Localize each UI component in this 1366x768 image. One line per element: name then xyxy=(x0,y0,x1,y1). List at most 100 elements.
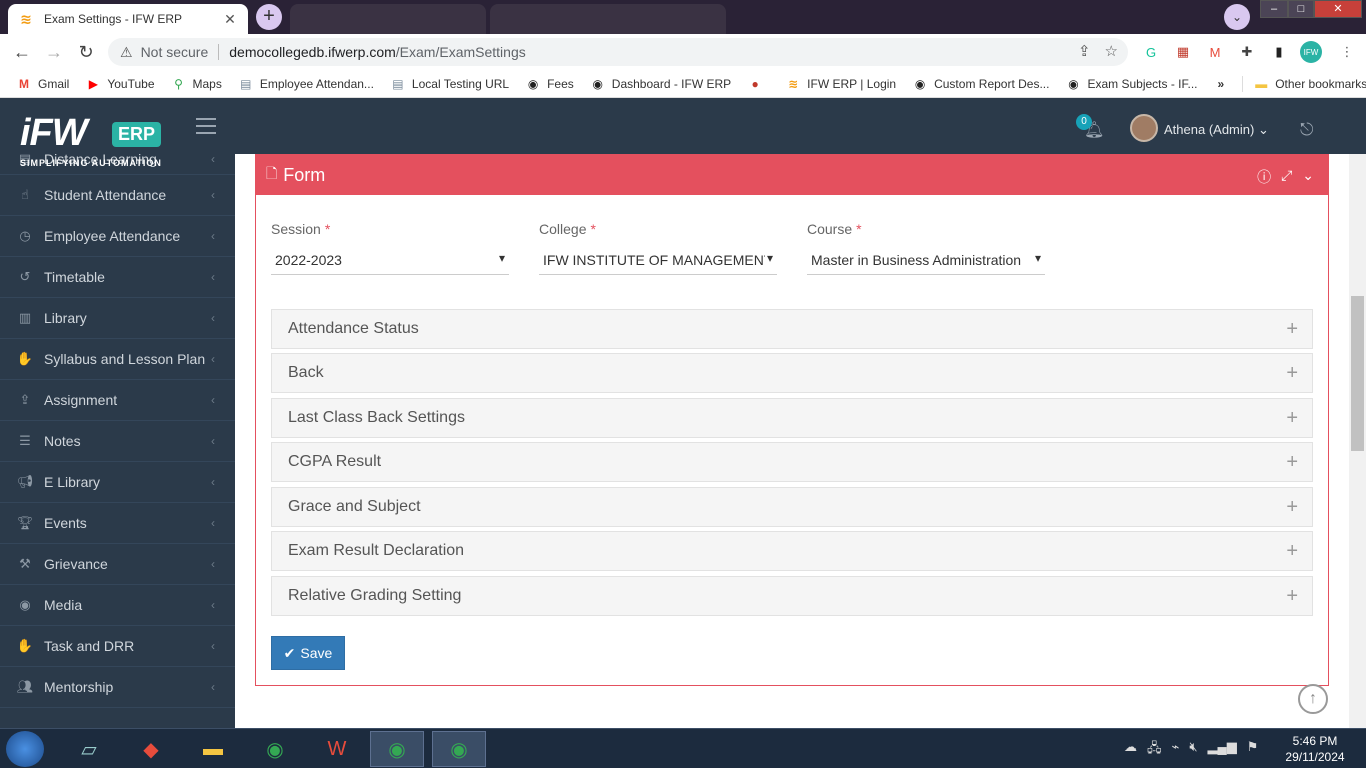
avatar[interactable] xyxy=(1130,114,1158,142)
share-icon[interactable]: ⇪ xyxy=(1078,42,1091,60)
notepad-icon[interactable]: ▱ xyxy=(62,731,116,767)
accordion-attendance-status[interactable]: Attendance Status + xyxy=(271,309,1313,349)
accordion-last-class-back-settings[interactable]: Last Class Back Settings + xyxy=(271,398,1313,438)
back-arrow-icon[interactable]: ← xyxy=(6,36,38,68)
url-input[interactable]: ⚠ Not secure democollegedb.ifwerp.com /E… xyxy=(108,38,1128,66)
chrome-icon[interactable]: ◉ xyxy=(248,731,302,767)
bookmark-custom-report[interactable]: ◉ Custom Report Des... xyxy=(912,76,1050,92)
forward-arrow-icon[interactable]: → xyxy=(38,36,70,68)
side-panel-icon[interactable]: ▮ xyxy=(1270,43,1288,61)
sidebar-item-task-drr[interactable]: ✋ Task and DRR ‹ xyxy=(0,626,235,667)
hamburger-menu-icon[interactable] xyxy=(196,118,216,134)
wps-office-icon[interactable]: W xyxy=(310,731,364,767)
bookmark-employee-attendance[interactable]: ▤ Employee Attendan... xyxy=(238,76,374,92)
usb-icon[interactable]: ⌁ xyxy=(1172,739,1180,761)
chevron-left-icon: ‹ xyxy=(211,311,215,325)
extension-icon[interactable]: ▦ xyxy=(1174,43,1192,61)
bookmark-star-icon[interactable]: ☆ xyxy=(1105,42,1118,60)
youtube-icon: ▶ xyxy=(88,76,98,91)
course-field: Course * Master in Business Administratio… xyxy=(807,221,1045,275)
bookmark-extension[interactable]: ● xyxy=(747,76,769,92)
background-tab[interactable] xyxy=(290,4,486,34)
page-scrollbar[interactable] xyxy=(1349,154,1366,728)
extensions-puzzle-icon[interactable]: ✚ xyxy=(1238,43,1256,61)
expand-icon[interactable]: ⤢ xyxy=(1281,167,1292,187)
bookmark-gmail[interactable]: M Gmail xyxy=(16,76,69,92)
tab-search-icon[interactable]: ⌄ xyxy=(1224,4,1250,30)
new-tab-button[interactable]: + xyxy=(256,4,282,30)
bookmark-exam-subjects[interactable]: ◉ Exam Subjects - IF... xyxy=(1065,76,1197,92)
accordion-relative-grading-setting[interactable]: Relative Grading Setting + xyxy=(271,576,1313,616)
volume-muted-icon[interactable]: 🔇︎ xyxy=(1189,739,1197,761)
cloud-icon[interactable]: ☁ xyxy=(1124,739,1137,761)
bookmark-ifw-login[interactable]: ≋ IFW ERP | Login xyxy=(785,76,896,92)
app-header: iFW ERP 🔔︎ 0 Athena (Admin) ⌄ ⎋ xyxy=(0,98,1366,154)
user-menu[interactable]: Athena (Admin) ⌄ xyxy=(1164,122,1269,138)
sidebar-item-employee-attendance[interactable]: ◷ Employee Attendance ‹ xyxy=(0,216,235,257)
accordion-cgpa-result[interactable]: CGPA Result + xyxy=(271,442,1313,482)
globe-icon: ◉ xyxy=(1068,76,1079,91)
save-button[interactable]: ✔ Save xyxy=(271,636,345,670)
sidebar-item-notes[interactable]: ☰ Notes ‹ xyxy=(0,421,235,462)
start-button[interactable] xyxy=(6,731,44,767)
collapse-chevron-icon[interactable]: ⌄ xyxy=(1302,167,1314,187)
sidebar-item-library[interactable]: ▥ Library ‹ xyxy=(0,298,235,339)
logout-icon[interactable]: ⎋ xyxy=(1300,120,1313,140)
sidebar-item-events[interactable]: 🏆︎ Events ‹ xyxy=(0,503,235,544)
background-tab[interactable] xyxy=(490,4,726,34)
flag-icon[interactable]: ⚑ xyxy=(1247,739,1259,761)
grammarly-extension-icon[interactable]: G xyxy=(1142,43,1160,61)
sidebar-item-student-attendance[interactable]: ☝ Student Attendance ‹ xyxy=(0,175,235,216)
bookmark-local-testing[interactable]: ▤ Local Testing URL xyxy=(390,76,509,92)
more-bookmarks-button[interactable]: » xyxy=(1218,77,1225,91)
ifw-erp-logo[interactable]: iFW ERP xyxy=(18,112,168,160)
reload-icon[interactable]: ↻ xyxy=(70,36,102,68)
bookmark-maps[interactable]: ⚲ Maps xyxy=(171,76,222,92)
network-device-icon[interactable]: 🖧︎ xyxy=(1147,739,1162,761)
info-icon[interactable]: ⓘ xyxy=(1257,167,1271,187)
system-clock[interactable]: 5:46 PM 29/11/2024 xyxy=(1280,733,1350,765)
list-icon: ☰ xyxy=(19,433,31,448)
accordion-back[interactable]: Back + xyxy=(271,353,1313,393)
bookmark-youtube[interactable]: ▶ YouTube xyxy=(85,76,155,92)
plus-icon: + xyxy=(1286,496,1298,518)
file-explorer-icon[interactable]: ▬ xyxy=(186,731,240,767)
signal-icon[interactable]: ▂▄▆ xyxy=(1208,739,1237,761)
maximize-icon[interactable]: □ xyxy=(1288,0,1314,18)
sidebar: SIMPLIFYING AUTOMATION ▤ Distance Learnin… xyxy=(0,154,235,728)
sidebar-item-mentorship[interactable]: 👥︎ Mentorship ‹ xyxy=(0,667,235,708)
panel-title: Form xyxy=(283,164,326,185)
chevron-left-icon: ‹ xyxy=(211,598,215,612)
other-bookmarks-folder[interactable]: ▬ Other bookmarks xyxy=(1242,75,1366,92)
chevron-left-icon: ‹ xyxy=(211,229,215,243)
thumbs-up-icon: ✋ xyxy=(16,638,34,653)
gmail-extension-icon[interactable]: M xyxy=(1206,43,1224,61)
sidebar-item-e-library[interactable]: 📢︎ E Library ‹ xyxy=(0,462,235,503)
sidebar-item-syllabus[interactable]: ✋ Syllabus and Lesson Plan ‹ xyxy=(0,339,235,380)
chevron-down-icon: ▾ xyxy=(764,251,773,265)
close-window-icon[interactable]: ✕ xyxy=(1314,0,1362,18)
course-select[interactable]: Master in Business Administration ▾ xyxy=(807,245,1045,275)
anydesk-icon[interactable]: ◆ xyxy=(124,731,178,767)
sidebar-item-timetable[interactable]: ↺ Timetable ‹ xyxy=(0,257,235,298)
menu-dots-icon[interactable]: ⋮ xyxy=(1338,43,1356,61)
sidebar-item-assignment[interactable]: ⇪ Assignment ‹ xyxy=(0,380,235,421)
tab-exam-settings[interactable]: ≋ Exam Settings - IFW ERP ✕ xyxy=(8,4,248,34)
accordion-grace-and-subject[interactable]: Grace and Subject + xyxy=(271,487,1313,527)
minimize-icon[interactable]: – xyxy=(1260,0,1288,18)
bookmark-dashboard[interactable]: ◉ Dashboard - IFW ERP xyxy=(590,76,732,92)
sidebar-item-media[interactable]: ◉ Media ‹ xyxy=(0,585,235,626)
scroll-to-top-button[interactable]: ↑ xyxy=(1298,684,1328,714)
chrome-active-icon[interactable]: ◉ xyxy=(370,731,424,767)
ifw-favicon-icon: ≋ xyxy=(788,76,799,91)
profile-icon[interactable]: IFW xyxy=(1300,41,1322,63)
sidebar-item-grievance[interactable]: ⚒ Grievance ‹ xyxy=(0,544,235,585)
accordion-exam-result-declaration[interactable]: Exam Result Declaration + xyxy=(271,531,1313,571)
chrome-profile-icon[interactable]: ◉ xyxy=(432,731,486,767)
session-select[interactable]: 2022-2023 ▾ xyxy=(271,245,509,275)
close-tab-icon[interactable]: ✕ xyxy=(222,11,238,28)
bookmark-fees[interactable]: ◉ Fees xyxy=(525,76,574,92)
chevron-down-icon: ▾ xyxy=(496,251,505,265)
college-select[interactable]: IFW INSTITUTE OF MANAGEMENT ▾ xyxy=(539,245,777,275)
scrollbar-thumb[interactable] xyxy=(1351,296,1364,451)
